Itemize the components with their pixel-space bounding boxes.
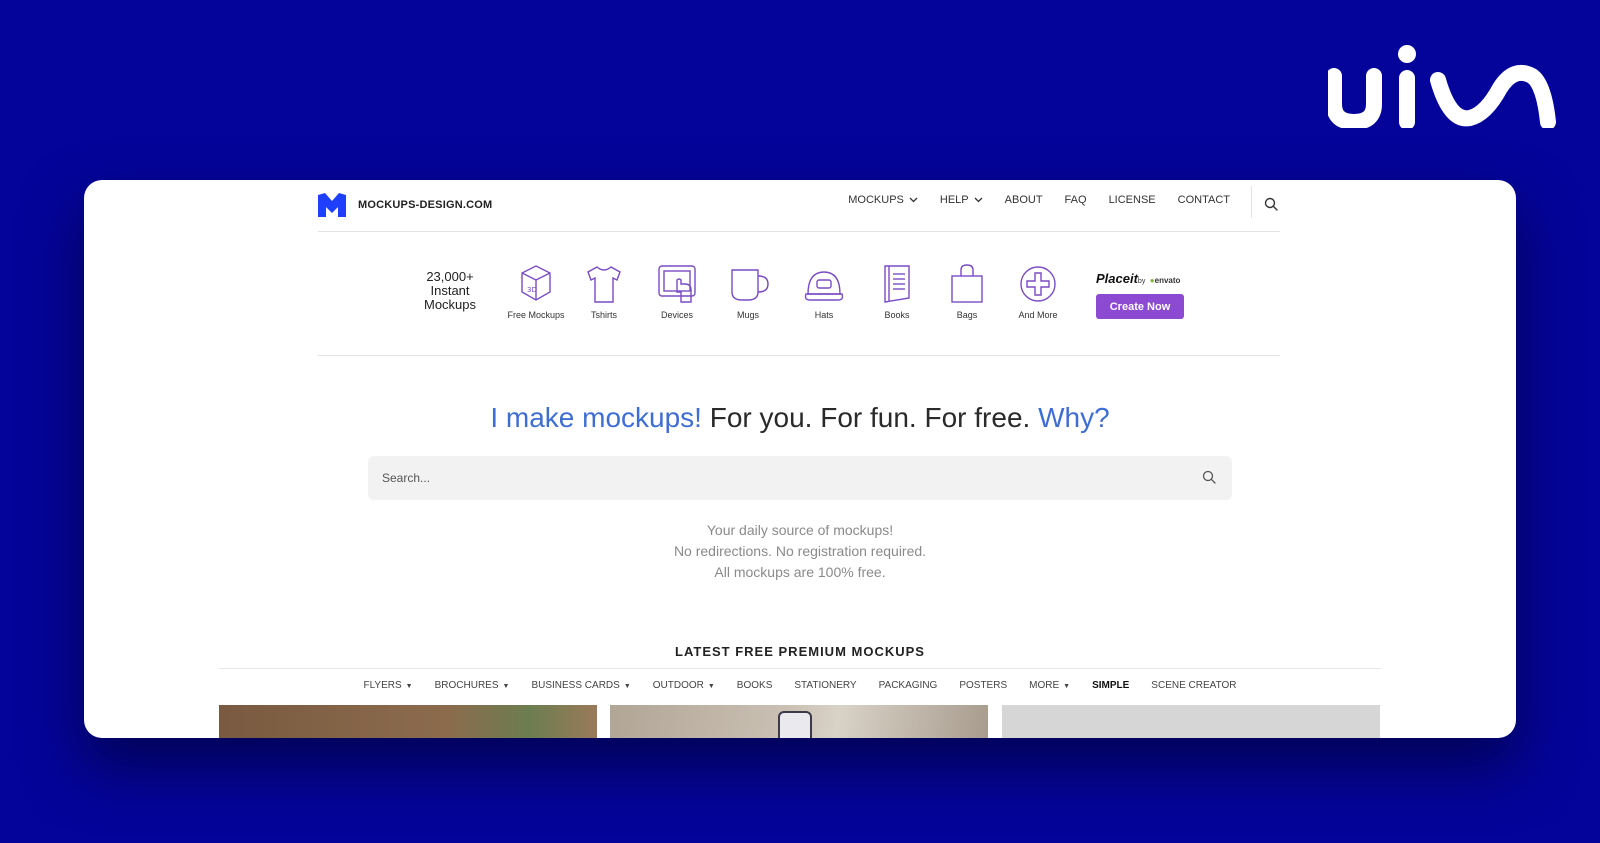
category-label: And More: [1018, 310, 1058, 320]
chevron-down-icon: [974, 197, 983, 203]
mug-icon: [731, 269, 769, 301]
nav-help-label: HELP: [939, 194, 969, 206]
nav-faq[interactable]: FAQ: [1065, 194, 1087, 206]
category-label: Books: [884, 310, 910, 320]
filter-posters[interactable]: POSTERS: [959, 680, 1007, 691]
placeit-ad[interactable]: Placeitby ●envato Create Now: [1096, 270, 1184, 319]
caret-down-icon: ▼: [502, 683, 510, 690]
m-logo-icon: [318, 193, 346, 217]
count-line2: Instant: [430, 283, 470, 298]
box-3d-icon: 3D: [521, 265, 551, 301]
search-icon[interactable]: [1202, 470, 1216, 484]
browser-window: MOCKUPS-DESIGN.COM MOCKUPS HELP ABOUT FA…: [84, 180, 1516, 738]
latest-title: LATEST FREE PREMIUM MOCKUPS: [675, 644, 925, 659]
filter-scene-creator[interactable]: SCENE CREATOR: [1151, 680, 1236, 691]
hero-why-link[interactable]: Why?: [1038, 402, 1110, 433]
site-logo[interactable]: MOCKUPS-DESIGN.COM: [318, 193, 492, 217]
category-label: Mugs: [736, 310, 759, 320]
devices-icon: [658, 265, 696, 303]
category-label: Hats: [814, 310, 834, 320]
placeit-envato: envato: [1154, 276, 1181, 285]
chevron-down-icon: [909, 197, 918, 203]
hat-icon: [804, 271, 844, 301]
nav-divider: [1251, 186, 1252, 218]
category-strip: 23,000+ Instant Mockups 3D Free Mockups …: [318, 232, 1280, 356]
search-bar: [368, 456, 1232, 500]
caret-down-icon: ▼: [707, 683, 715, 690]
search-icon[interactable]: [1264, 197, 1278, 211]
mockup-count: 23,000+ Instant Mockups: [410, 270, 490, 312]
tagline-line: Your daily source of mockups!: [706, 522, 894, 538]
mockup-thumbnail[interactable]: [1002, 705, 1380, 738]
category-hats[interactable]: Hats: [784, 262, 864, 320]
category-label: Devices: [660, 310, 693, 320]
category-bags[interactable]: Bags: [927, 262, 1007, 320]
filter-books[interactable]: BOOKS: [737, 680, 773, 691]
nav-help[interactable]: HELP: [940, 194, 983, 206]
mockup-thumbnail[interactable]: [610, 705, 988, 738]
uiw-logo: [1328, 45, 1556, 128]
filter-more[interactable]: MORE ▼: [1029, 680, 1070, 691]
hero-main: For you. For fun. For free.: [701, 402, 1039, 433]
nav-about[interactable]: ABOUT: [1005, 194, 1043, 206]
create-now-button[interactable]: Create Now: [1096, 294, 1184, 319]
tagline-line: All mockups are 100% free.: [714, 564, 886, 580]
filter-brochures[interactable]: BROCHURES ▼: [435, 680, 510, 691]
category-and-more[interactable]: And More: [998, 262, 1078, 320]
caret-down-icon: ▼: [623, 683, 631, 690]
filter-label: BUSINESS CARDS: [531, 680, 620, 691]
filter-outdoor[interactable]: OUTDOOR ▼: [653, 680, 715, 691]
tshirt-icon: [587, 266, 621, 303]
placeit-by: by: [1137, 278, 1146, 285]
search-input[interactable]: [382, 456, 1162, 500]
filter-label: MORE: [1029, 680, 1060, 691]
count-value: 23,000+: [426, 269, 474, 284]
plus-circle-icon: [1020, 266, 1056, 302]
mockup-thumbnail[interactable]: [219, 705, 597, 738]
hero-accent-1: I make mockups!: [490, 402, 702, 433]
filter-flyers[interactable]: FLYERS ▼: [364, 680, 413, 691]
category-mugs[interactable]: Mugs: [708, 262, 788, 320]
caret-down-icon: ▼: [1063, 683, 1071, 690]
caret-down-icon: ▼: [405, 683, 413, 690]
tagline: Your daily source of mockups! No redirec…: [84, 520, 1516, 583]
nav-license[interactable]: LICENSE: [1109, 194, 1156, 206]
placeit-logo: Placeitby ●envato: [1096, 270, 1184, 288]
filter-label: BROCHURES: [434, 680, 499, 691]
filter-simple[interactable]: SIMPLE: [1092, 680, 1129, 691]
bag-icon: [951, 264, 983, 303]
svg-text:3D: 3D: [527, 286, 537, 294]
site-name: MOCKUPS-DESIGN.COM: [358, 199, 493, 211]
category-label: Bags: [956, 310, 978, 320]
main-nav: MOCKUPS HELP ABOUT FAQ LICENSE CONTACT: [826, 194, 1230, 206]
category-devices[interactable]: Devices: [637, 262, 717, 320]
count-line3: Mockups: [423, 297, 477, 312]
filter-label: OUTDOOR: [652, 680, 704, 691]
filter-business-cards[interactable]: BUSINESS CARDS ▼: [531, 680, 630, 691]
filter-packaging[interactable]: PACKAGING: [879, 680, 938, 691]
filter-tabs: FLYERS ▼ BROCHURES ▼ BUSINESS CARDS ▼ OUTDO…: [84, 680, 1516, 691]
nav-mockups-label: MOCKUPS: [848, 194, 904, 206]
nav-contact[interactable]: CONTACT: [1178, 194, 1230, 206]
category-books[interactable]: Books: [857, 262, 937, 320]
phone-image: [778, 711, 812, 738]
filter-label: FLYERS: [363, 680, 402, 691]
category-tshirts[interactable]: Tshirts: [564, 262, 644, 320]
filter-stationery[interactable]: STATIONERY: [794, 680, 856, 691]
site-header: MOCKUPS-DESIGN.COM MOCKUPS HELP ABOUT FA…: [318, 180, 1280, 232]
placeit-brand: Placeit: [1096, 271, 1138, 286]
nav-mockups[interactable]: MOCKUPS: [848, 194, 918, 206]
hero-title: I make mockups! For you. For fun. For fr…: [84, 402, 1516, 434]
category-label: Tshirts: [590, 310, 617, 320]
divider: [219, 668, 1381, 669]
tagline-line: No redirections. No registration require…: [673, 543, 927, 559]
book-icon: [884, 265, 910, 303]
